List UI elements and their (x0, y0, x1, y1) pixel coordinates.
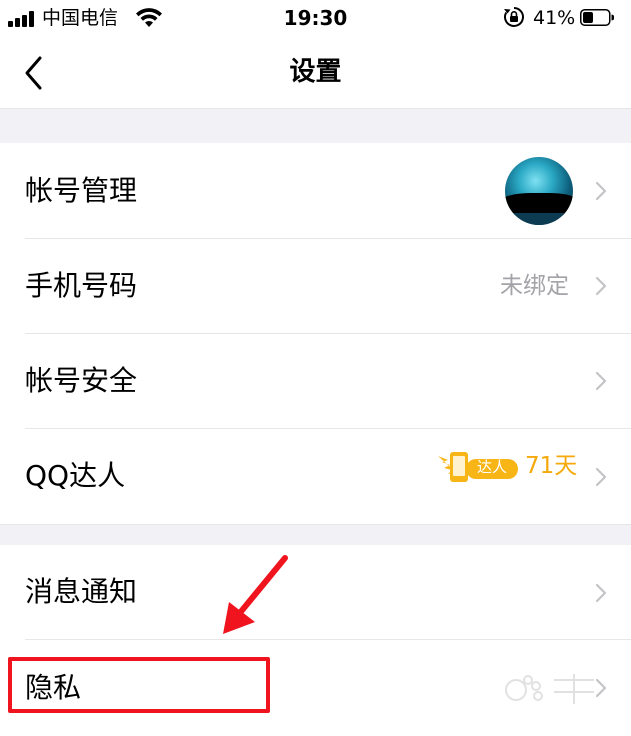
page-title: 设置 (289, 57, 342, 87)
qq-expert-row[interactable]: QQ达人 达人 71天 (0, 429, 631, 524)
chevron-right-icon (595, 583, 607, 603)
qq-expert-days: 71天 (525, 453, 578, 479)
chevron-right-icon (595, 181, 607, 201)
privacy-highlight-box (8, 657, 270, 713)
watermark-logo (505, 674, 594, 704)
rotation-lock-icon (504, 7, 524, 27)
battery-icon (580, 9, 614, 26)
navigation-bar: 设置 (0, 40, 631, 108)
status-bar: 中国电信 19:30 41% (0, 0, 631, 40)
account-management-row[interactable]: 帐号管理 (0, 143, 631, 239)
avatar (505, 157, 573, 225)
row-label: 手机号码 (25, 269, 138, 302)
notifications-row[interactable]: 消息通知 (0, 545, 631, 640)
section-gap (0, 108, 631, 144)
row-label: 消息通知 (25, 575, 138, 608)
red-arrow-annotation (223, 555, 288, 634)
phone-binding-status: 未绑定 (500, 273, 569, 299)
qq-expert-badge-label: 达人 (477, 458, 508, 476)
row-label: 帐号安全 (25, 364, 138, 397)
battery-percent: 41% (533, 7, 576, 29)
account-security-row[interactable]: 帐号安全 (0, 334, 631, 429)
phone-number-row[interactable]: 手机号码 未绑定 (0, 239, 631, 334)
row-label: 帐号管理 (25, 174, 138, 207)
section-gap (0, 524, 631, 546)
chevron-right-icon (595, 371, 607, 391)
chevron-right-icon (595, 467, 607, 487)
chevron-right-icon (595, 276, 607, 296)
row-label: QQ达人 (25, 459, 126, 492)
